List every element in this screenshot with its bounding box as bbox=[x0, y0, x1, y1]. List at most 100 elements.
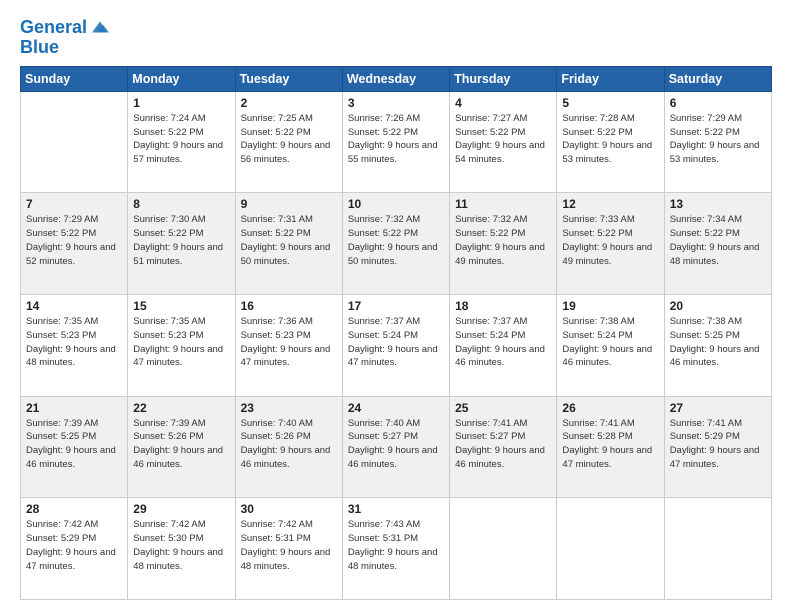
day-number: 23 bbox=[241, 401, 337, 415]
calendar-cell: 7 Sunrise: 7:29 AMSunset: 5:22 PMDaylight… bbox=[21, 193, 128, 295]
calendar-cell: 18Sunrise: 7:37 AMSunset: 5:24 PMDayligh… bbox=[450, 295, 557, 397]
day-info: Sunrise: 7:28 AMSunset: 5:22 PMDaylight:… bbox=[562, 112, 658, 167]
day-info: Sunrise: 7:29 AMSunset: 5:22 PMDaylight:… bbox=[670, 112, 766, 167]
calendar-cell bbox=[664, 498, 771, 600]
day-number: 3 bbox=[348, 96, 444, 110]
day-number: 29 bbox=[133, 502, 229, 516]
day-info: Sunrise: 7:38 AMSunset: 5:24 PMDaylight:… bbox=[562, 315, 658, 370]
day-number: 6 bbox=[670, 96, 766, 110]
calendar-cell bbox=[21, 91, 128, 193]
day-info: Sunrise: 7:42 AMSunset: 5:31 PMDaylight:… bbox=[241, 518, 337, 573]
day-info: Sunrise: 7:41 AMSunset: 5:27 PMDaylight:… bbox=[455, 417, 551, 472]
day-number: 16 bbox=[241, 299, 337, 313]
day-number: 9 bbox=[241, 197, 337, 211]
col-header-saturday: Saturday bbox=[664, 66, 771, 91]
calendar-week-4: 21 Sunrise: 7:39 AMSunset: 5:25 PMDayligh… bbox=[21, 396, 772, 498]
calendar-cell: 28Sunrise: 7:42 AMSunset: 5:29 PMDayligh… bbox=[21, 498, 128, 600]
day-number: 24 bbox=[348, 401, 444, 415]
day-info: Sunrise: 7:27 AMSunset: 5:22 PMDaylight:… bbox=[455, 112, 551, 167]
calendar-header-row: SundayMondayTuesdayWednesdayThursdayFrid… bbox=[21, 66, 772, 91]
day-info: Sunrise: 7:29 AMSunset: 5:22 PMDaylight:… bbox=[26, 213, 122, 268]
calendar-cell: 20 Sunrise: 7:38 AMSunset: 5:25 PMDayligh… bbox=[664, 295, 771, 397]
day-info: Sunrise: 7:35 AMSunset: 5:23 PMDaylight:… bbox=[26, 315, 122, 370]
day-number: 4 bbox=[455, 96, 551, 110]
logo-text: General bbox=[20, 18, 87, 38]
day-info: Sunrise: 7:24 AMSunset: 5:22 PMDaylight:… bbox=[133, 112, 229, 167]
day-info: Sunrise: 7:38 AMSunset: 5:25 PMDaylight:… bbox=[670, 315, 766, 370]
day-number: 22 bbox=[133, 401, 229, 415]
day-number: 30 bbox=[241, 502, 337, 516]
calendar-week-1: 1 Sunrise: 7:24 AMSunset: 5:22 PMDaylight… bbox=[21, 91, 772, 193]
calendar-cell: 14Sunrise: 7:35 AMSunset: 5:23 PMDayligh… bbox=[21, 295, 128, 397]
calendar-cell: 15 Sunrise: 7:35 AMSunset: 5:23 PMDayligh… bbox=[128, 295, 235, 397]
day-number: 11 bbox=[455, 197, 551, 211]
day-number: 13 bbox=[670, 197, 766, 211]
col-header-thursday: Thursday bbox=[450, 66, 557, 91]
calendar-cell: 30 Sunrise: 7:42 AMSunset: 5:31 PMDayligh… bbox=[235, 498, 342, 600]
calendar-table: SundayMondayTuesdayWednesdayThursdayFrid… bbox=[20, 66, 772, 600]
day-number: 20 bbox=[670, 299, 766, 313]
calendar-cell: 21 Sunrise: 7:39 AMSunset: 5:25 PMDayligh… bbox=[21, 396, 128, 498]
calendar-cell: 1 Sunrise: 7:24 AMSunset: 5:22 PMDaylight… bbox=[128, 91, 235, 193]
day-info: Sunrise: 7:33 AMSunset: 5:22 PMDaylight:… bbox=[562, 213, 658, 268]
day-number: 8 bbox=[133, 197, 229, 211]
calendar-week-2: 7 Sunrise: 7:29 AMSunset: 5:22 PMDaylight… bbox=[21, 193, 772, 295]
calendar-week-3: 14Sunrise: 7:35 AMSunset: 5:23 PMDayligh… bbox=[21, 295, 772, 397]
calendar-cell bbox=[557, 498, 664, 600]
day-info: Sunrise: 7:39 AMSunset: 5:25 PMDaylight:… bbox=[26, 417, 122, 472]
day-number: 18 bbox=[455, 299, 551, 313]
day-info: Sunrise: 7:41 AMSunset: 5:28 PMDaylight:… bbox=[562, 417, 658, 472]
day-number: 19 bbox=[562, 299, 658, 313]
day-info: Sunrise: 7:35 AMSunset: 5:23 PMDaylight:… bbox=[133, 315, 229, 370]
day-number: 12 bbox=[562, 197, 658, 211]
calendar-cell: 13 Sunrise: 7:34 AMSunset: 5:22 PMDayligh… bbox=[664, 193, 771, 295]
col-header-sunday: Sunday bbox=[21, 66, 128, 91]
day-number: 26 bbox=[562, 401, 658, 415]
day-info: Sunrise: 7:41 AMSunset: 5:29 PMDaylight:… bbox=[670, 417, 766, 472]
calendar-cell: 22 Sunrise: 7:39 AMSunset: 5:26 PMDayligh… bbox=[128, 396, 235, 498]
day-info: Sunrise: 7:31 AMSunset: 5:22 PMDaylight:… bbox=[241, 213, 337, 268]
day-number: 28 bbox=[26, 502, 122, 516]
logo-text2: Blue bbox=[20, 38, 111, 58]
calendar-cell: 6 Sunrise: 7:29 AMSunset: 5:22 PMDaylight… bbox=[664, 91, 771, 193]
logo-icon bbox=[89, 16, 111, 38]
calendar-cell: 4 Sunrise: 7:27 AMSunset: 5:22 PMDaylight… bbox=[450, 91, 557, 193]
calendar-cell bbox=[450, 498, 557, 600]
col-header-tuesday: Tuesday bbox=[235, 66, 342, 91]
day-info: Sunrise: 7:42 AMSunset: 5:30 PMDaylight:… bbox=[133, 518, 229, 573]
calendar-cell: 19 Sunrise: 7:38 AMSunset: 5:24 PMDayligh… bbox=[557, 295, 664, 397]
day-info: Sunrise: 7:26 AMSunset: 5:22 PMDaylight:… bbox=[348, 112, 444, 167]
day-number: 7 bbox=[26, 197, 122, 211]
day-number: 5 bbox=[562, 96, 658, 110]
day-number: 27 bbox=[670, 401, 766, 415]
col-header-friday: Friday bbox=[557, 66, 664, 91]
day-info: Sunrise: 7:25 AMSunset: 5:22 PMDaylight:… bbox=[241, 112, 337, 167]
day-info: Sunrise: 7:40 AMSunset: 5:27 PMDaylight:… bbox=[348, 417, 444, 472]
day-number: 17 bbox=[348, 299, 444, 313]
calendar-cell: 12 Sunrise: 7:33 AMSunset: 5:22 PMDayligh… bbox=[557, 193, 664, 295]
day-info: Sunrise: 7:34 AMSunset: 5:22 PMDaylight:… bbox=[670, 213, 766, 268]
day-info: Sunrise: 7:43 AMSunset: 5:31 PMDaylight:… bbox=[348, 518, 444, 573]
calendar-week-5: 28Sunrise: 7:42 AMSunset: 5:29 PMDayligh… bbox=[21, 498, 772, 600]
calendar-cell: 3 Sunrise: 7:26 AMSunset: 5:22 PMDaylight… bbox=[342, 91, 449, 193]
day-number: 10 bbox=[348, 197, 444, 211]
day-info: Sunrise: 7:32 AMSunset: 5:22 PMDaylight:… bbox=[455, 213, 551, 268]
calendar-cell: 17Sunrise: 7:37 AMSunset: 5:24 PMDayligh… bbox=[342, 295, 449, 397]
calendar-cell: 27 Sunrise: 7:41 AMSunset: 5:29 PMDayligh… bbox=[664, 396, 771, 498]
calendar-cell: 24 Sunrise: 7:40 AMSunset: 5:27 PMDayligh… bbox=[342, 396, 449, 498]
day-info: Sunrise: 7:30 AMSunset: 5:22 PMDaylight:… bbox=[133, 213, 229, 268]
calendar-cell: 2Sunrise: 7:25 AMSunset: 5:22 PMDaylight… bbox=[235, 91, 342, 193]
calendar-cell: 11 Sunrise: 7:32 AMSunset: 5:22 PMDayligh… bbox=[450, 193, 557, 295]
calendar-cell: 5 Sunrise: 7:28 AMSunset: 5:22 PMDaylight… bbox=[557, 91, 664, 193]
calendar-cell: 26 Sunrise: 7:41 AMSunset: 5:28 PMDayligh… bbox=[557, 396, 664, 498]
calendar-cell: 31Sunrise: 7:43 AMSunset: 5:31 PMDayligh… bbox=[342, 498, 449, 600]
col-header-wednesday: Wednesday bbox=[342, 66, 449, 91]
calendar-cell: 25 Sunrise: 7:41 AMSunset: 5:27 PMDayligh… bbox=[450, 396, 557, 498]
day-number: 15 bbox=[133, 299, 229, 313]
day-info: Sunrise: 7:39 AMSunset: 5:26 PMDaylight:… bbox=[133, 417, 229, 472]
calendar-cell: 8 Sunrise: 7:30 AMSunset: 5:22 PMDaylight… bbox=[128, 193, 235, 295]
day-number: 21 bbox=[26, 401, 122, 415]
day-number: 1 bbox=[133, 96, 229, 110]
page: General Blue SundayMondayTuesdayWednesda… bbox=[0, 0, 792, 612]
day-number: 25 bbox=[455, 401, 551, 415]
